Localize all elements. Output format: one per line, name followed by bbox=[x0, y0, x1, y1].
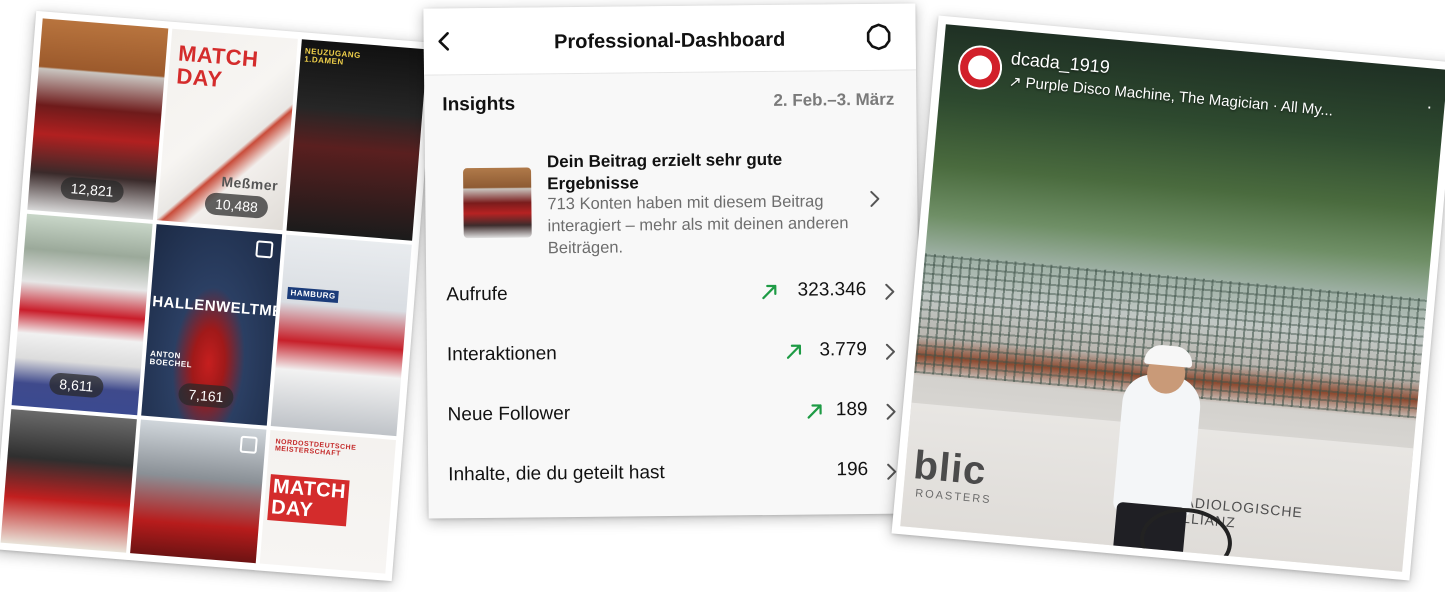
metric-value: 196 bbox=[836, 458, 869, 481]
player-figure bbox=[1112, 371, 1203, 519]
chevron-right-icon bbox=[870, 190, 880, 207]
trend-up-icon bbox=[807, 404, 822, 419]
metric-row-views[interactable]: Aufrufe 323.346 bbox=[426, 261, 919, 324]
tile-caption: HALLENWELTMEISTER bbox=[151, 292, 283, 325]
metric-value: 323.346 bbox=[797, 278, 867, 301]
dashboard-header: Professional-Dashboard bbox=[423, 3, 917, 76]
metric-label: Interaktionen bbox=[446, 343, 557, 366]
tile-caption-small: ANTON BOECHEL bbox=[149, 348, 193, 370]
post-thumbnail bbox=[463, 167, 532, 239]
multiple-images-icon bbox=[239, 435, 258, 454]
more-options-icon[interactable]: · bbox=[1425, 96, 1434, 117]
trend-up-icon bbox=[786, 344, 802, 359]
metric-label: Neue Follower bbox=[447, 403, 571, 426]
grid-tile[interactable] bbox=[0, 408, 137, 553]
grid-tile[interactable]: 8,611 bbox=[11, 213, 153, 415]
view-count-badge: 7,161 bbox=[177, 382, 235, 409]
metric-value: 3.779 bbox=[819, 338, 868, 361]
insights-heading: Insights bbox=[442, 93, 516, 116]
banner-text: blic bbox=[911, 443, 989, 494]
tile-caption: MATCH DAY bbox=[267, 473, 350, 527]
metric-value: 189 bbox=[835, 398, 868, 421]
tile-caption: HAMBURG bbox=[286, 286, 340, 304]
story-music-label[interactable]: ↗ Purple Disco Machine, The Magician · A… bbox=[1008, 72, 1334, 119]
tile-sponsor: Meßmer bbox=[220, 173, 279, 194]
grid-tile[interactable] bbox=[130, 419, 267, 564]
grid-tile[interactable]: MATCH DAY Meßmer 10,488 bbox=[156, 28, 298, 231]
metric-row-new-followers[interactable]: Neue Follower 189 bbox=[427, 381, 920, 444]
view-count-badge: 12,821 bbox=[59, 176, 125, 204]
grid-tile[interactable]: 12,821 bbox=[27, 18, 169, 220]
view-count-badge: 10,488 bbox=[204, 191, 269, 219]
view-count-badge: 8,611 bbox=[48, 371, 105, 399]
post-insight-description: 713 Konten haben mit diesem Beitrag inte… bbox=[547, 192, 849, 258]
metric-row-content-shared[interactable]: Inhalte, die du geteilt hast 196 bbox=[428, 441, 921, 504]
metric-row-interactions[interactable]: Interaktionen 3.779 bbox=[427, 321, 920, 384]
post-grid-screenshot: 12,821 MATCH DAY Meßmer 10,488 NEUZUGANG… bbox=[0, 10, 436, 582]
metric-label: Inhalte, die du geteilt hast bbox=[448, 462, 665, 486]
multiple-images-icon bbox=[255, 240, 274, 259]
tile-caption: NEUZUGANG 1.DAMEN bbox=[303, 46, 362, 68]
grid-tile[interactable]: HALLENWELTMEISTER ANTON BOECHEL 7,161 bbox=[141, 224, 283, 426]
date-range[interactable]: 2. Feb.–3. März bbox=[773, 90, 894, 111]
trend-up-icon bbox=[762, 284, 777, 300]
story-photo: blic ROASTERS RADIOLOGISCHE ALLIANZ dcad… bbox=[900, 24, 1445, 572]
chevron-right-icon bbox=[886, 403, 896, 420]
dashboard-screenshot: Professional-Dashboard Insights 2. Feb.–… bbox=[423, 3, 921, 519]
grid-tile[interactable]: HAMBURG bbox=[270, 234, 412, 436]
page-title: Professional-Dashboard bbox=[553, 28, 786, 54]
post-grid: 12,821 MATCH DAY Meßmer 10,488 NEUZUGANG… bbox=[0, 18, 428, 574]
post-insight-headline: Dein Beitrag erzielt sehr gute Ergebniss… bbox=[546, 149, 783, 194]
grid-tile[interactable]: NEUZUGANG 1.DAMEN bbox=[286, 39, 428, 241]
story-screenshot: blic ROASTERS RADIOLOGISCHE ALLIANZ dcad… bbox=[891, 15, 1445, 581]
avatar[interactable] bbox=[956, 43, 1004, 92]
top-post-insight[interactable]: Dein Beitrag erzielt sehr gute Ergebniss… bbox=[425, 133, 918, 260]
grid-tile[interactable]: NORDOSTDEUTSCHE MEISTERSCHAFT MATCH DAY bbox=[259, 429, 397, 574]
chevron-right-icon bbox=[885, 343, 895, 360]
metric-label: Aufrufe bbox=[446, 283, 508, 306]
tile-caption: MATCH DAY bbox=[175, 40, 260, 93]
tile-caption-small: NORDOSTDEUTSCHE MEISTERSCHAFT bbox=[274, 438, 357, 458]
settings-gear-icon[interactable] bbox=[864, 22, 894, 52]
chevron-right-icon bbox=[885, 283, 895, 300]
